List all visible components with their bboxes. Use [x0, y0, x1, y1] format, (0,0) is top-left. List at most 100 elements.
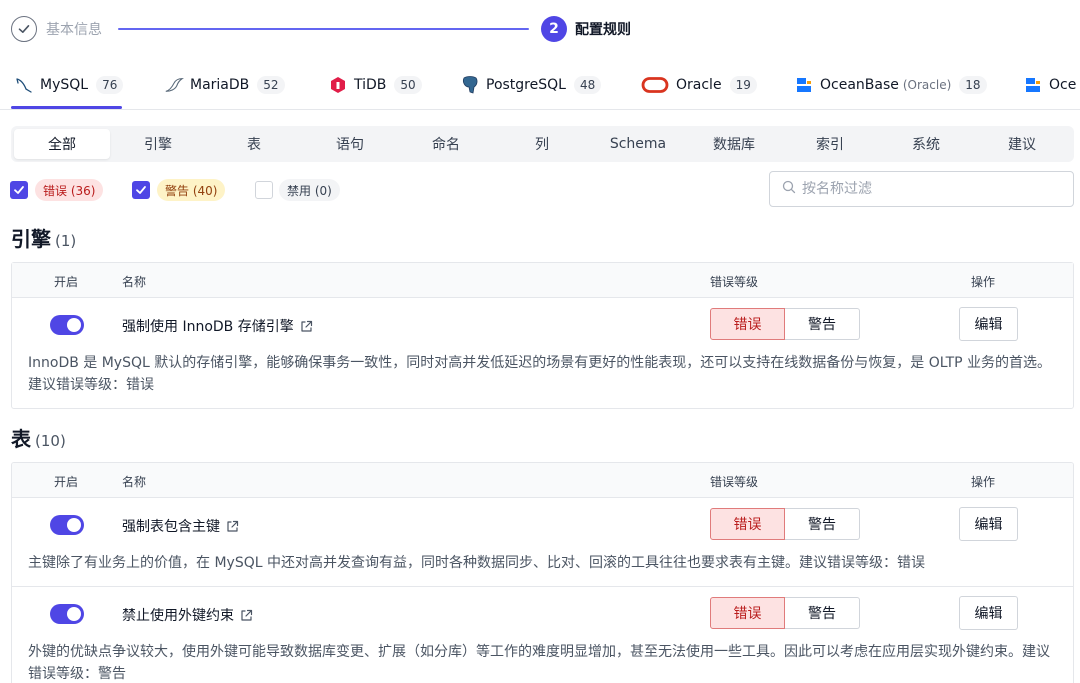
tab-tidb[interactable]: TiDB 50: [328, 62, 422, 108]
column-header-level: 错误等级: [710, 475, 759, 489]
tab-label: Oce: [1049, 77, 1077, 93]
column-header-name: 名称: [122, 475, 147, 489]
column-header-level: 错误等级: [710, 275, 759, 289]
tab-postgresql[interactable]: PostgreSQL 48: [460, 62, 602, 108]
tab-category-column[interactable]: 列: [494, 129, 590, 159]
edit-button[interactable]: 编辑: [959, 596, 1018, 630]
step-completed-check-icon[interactable]: [11, 16, 37, 42]
level-error-button[interactable]: 错误: [710, 308, 785, 340]
rule-name-link[interactable]: 强制表包含主键: [122, 516, 239, 536]
external-link-icon[interactable]: [240, 609, 253, 622]
step-connector-line: [118, 28, 529, 30]
search-box[interactable]: [769, 171, 1074, 207]
edit-button[interactable]: 编辑: [959, 307, 1018, 341]
postgresql-elephant-icon: [460, 75, 480, 95]
level-warning-button[interactable]: 警告: [785, 508, 860, 540]
tab-category-statement[interactable]: 语句: [302, 129, 398, 159]
disabled-filter-checkbox[interactable]: [255, 181, 273, 199]
rule-row: 强制使用 InnoDB 存储引擎 错误 警告 编辑 InnoDB 是 MySQL…: [12, 298, 1073, 408]
section-title-engine: 引擎 (1): [11, 223, 76, 252]
edit-button[interactable]: 编辑: [959, 507, 1018, 541]
level-segmented-control: 错误 警告: [710, 308, 860, 340]
tab-label: TiDB: [354, 77, 387, 93]
level-error-button[interactable]: 错误: [710, 597, 785, 629]
step2-number-circle: 2: [541, 16, 567, 42]
tab-label: PostgreSQL: [486, 77, 566, 93]
column-header-name: 名称: [122, 275, 147, 289]
warning-count-badge[interactable]: 警告 (40): [157, 179, 226, 201]
tab-category-database[interactable]: 数据库: [686, 129, 782, 159]
search-input[interactable]: [802, 181, 1062, 197]
section-title-text: 引擎: [11, 227, 51, 251]
level-error-button[interactable]: 错误: [710, 508, 785, 540]
rule-name-link[interactable]: 禁止使用外键约束: [122, 605, 253, 625]
tab-count-badge: 76: [96, 76, 124, 94]
tab-oceanbase-oracle[interactable]: OceanBase (Oracle) 18: [794, 62, 987, 108]
tab-category-system[interactable]: 系统: [878, 129, 974, 159]
rule-description: 主键除了有业务上的价值，在 MySQL 中还对高并发查询有益，同时各种数据同步、…: [28, 555, 925, 571]
column-header-enabled: 开启: [54, 475, 79, 489]
table-header: 开启 名称 错误等级 操作: [12, 463, 1073, 498]
tab-category-naming[interactable]: 命名: [398, 129, 494, 159]
section-title-text: 表: [11, 427, 31, 451]
step2-label: 配置规则: [575, 22, 631, 38]
tab-category-engine[interactable]: 引擎: [110, 129, 206, 159]
tab-category-index[interactable]: 索引: [782, 129, 878, 159]
rule-description: 外键的优缺点争议较大，使用外键可能导致数据库变更、扩展（如分库）等工作的难度明显…: [28, 644, 1050, 682]
column-header-enabled: 开启: [54, 275, 79, 289]
database-engine-tabs: MySQL 76 MariaDB 52 TiDB 50 PostgreSQL 4…: [0, 62, 1080, 110]
rule-name-text: 强制表包含主键: [122, 519, 220, 535]
tab-category-schema[interactable]: Schema: [590, 129, 686, 159]
error-filter-checkbox[interactable]: [10, 181, 28, 199]
stepper: 基本信息 2 配置规则: [0, 0, 1080, 58]
rule-description: InnoDB 是 MySQL 默认的存储引擎，能够确保事务一致性，同时对高并发低…: [28, 355, 1052, 393]
rule-enabled-toggle[interactable]: [50, 315, 84, 335]
tab-count-badge: 19: [729, 76, 757, 94]
oceanbase-logo-icon: [1023, 75, 1043, 95]
column-header-action: 操作: [971, 275, 996, 289]
oracle-logo-icon: [640, 75, 670, 95]
external-link-icon[interactable]: [226, 520, 239, 533]
filter-bar: 错误 (36) 警告 (40) 禁用 (0): [0, 171, 1080, 207]
rules-table-engine: 开启 名称 错误等级 操作 强制使用 InnoDB 存储引擎 错误 警告 编辑 …: [11, 262, 1074, 409]
tab-oceanbase-partial[interactable]: Oce: [1023, 62, 1076, 108]
column-header-action: 操作: [971, 475, 996, 489]
active-tab-indicator: [11, 106, 122, 109]
rule-enabled-toggle[interactable]: [50, 604, 84, 624]
external-link-icon[interactable]: [300, 320, 313, 333]
rule-name-link[interactable]: 强制使用 InnoDB 存储引擎: [122, 316, 313, 336]
tab-label: MySQL: [40, 77, 89, 93]
error-count-badge[interactable]: 错误 (36): [35, 179, 104, 201]
oceanbase-logo-icon: [794, 75, 814, 95]
warning-filter-checkbox[interactable]: [132, 181, 150, 199]
category-tabs: 全部 引擎 表 语句 命名 列 Schema 数据库 索引 系统 建议: [11, 126, 1074, 162]
disabled-count-badge[interactable]: 禁用 (0): [279, 179, 340, 201]
tab-oracle[interactable]: Oracle 19: [640, 62, 757, 108]
tab-label: OceanBase: [820, 77, 899, 93]
search-icon: [782, 180, 796, 198]
rule-name-text: 禁止使用外键约束: [122, 608, 234, 624]
tab-count-badge: 50: [394, 76, 422, 94]
tab-category-all[interactable]: 全部: [14, 129, 110, 159]
level-segmented-control: 错误 警告: [710, 508, 860, 540]
table-header: 开启 名称 错误等级 操作: [12, 263, 1073, 298]
tab-count-badge: 48: [573, 76, 602, 94]
mysql-dolphin-icon: [14, 75, 34, 95]
tab-category-advice[interactable]: 建议: [974, 129, 1070, 159]
rule-row: 禁止使用外键约束 错误 警告 编辑 外键的优缺点争议较大，使用外键可能导致数据库…: [12, 586, 1073, 683]
tidb-logo-icon: [328, 75, 348, 95]
tab-mysql[interactable]: MySQL 76: [14, 62, 124, 108]
rule-row: 强制表包含主键 错误 警告 编辑 主键除了有业务上的价值，在 MySQL 中还对…: [12, 498, 1073, 586]
step1-label[interactable]: 基本信息: [46, 19, 102, 39]
tab-label: MariaDB: [190, 77, 250, 93]
tab-count-badge: 18: [959, 76, 987, 94]
level-segmented-control: 错误 警告: [710, 597, 860, 629]
level-warning-button[interactable]: 警告: [785, 597, 860, 629]
rule-enabled-toggle[interactable]: [50, 515, 84, 535]
level-warning-button[interactable]: 警告: [785, 308, 860, 340]
mariadb-seal-icon: [164, 75, 184, 95]
tab-category-table[interactable]: 表: [206, 129, 302, 159]
rule-name-text: 强制使用 InnoDB 存储引擎: [122, 319, 294, 335]
tab-count-badge: 52: [257, 76, 285, 94]
tab-mariadb[interactable]: MariaDB 52: [164, 62, 285, 108]
